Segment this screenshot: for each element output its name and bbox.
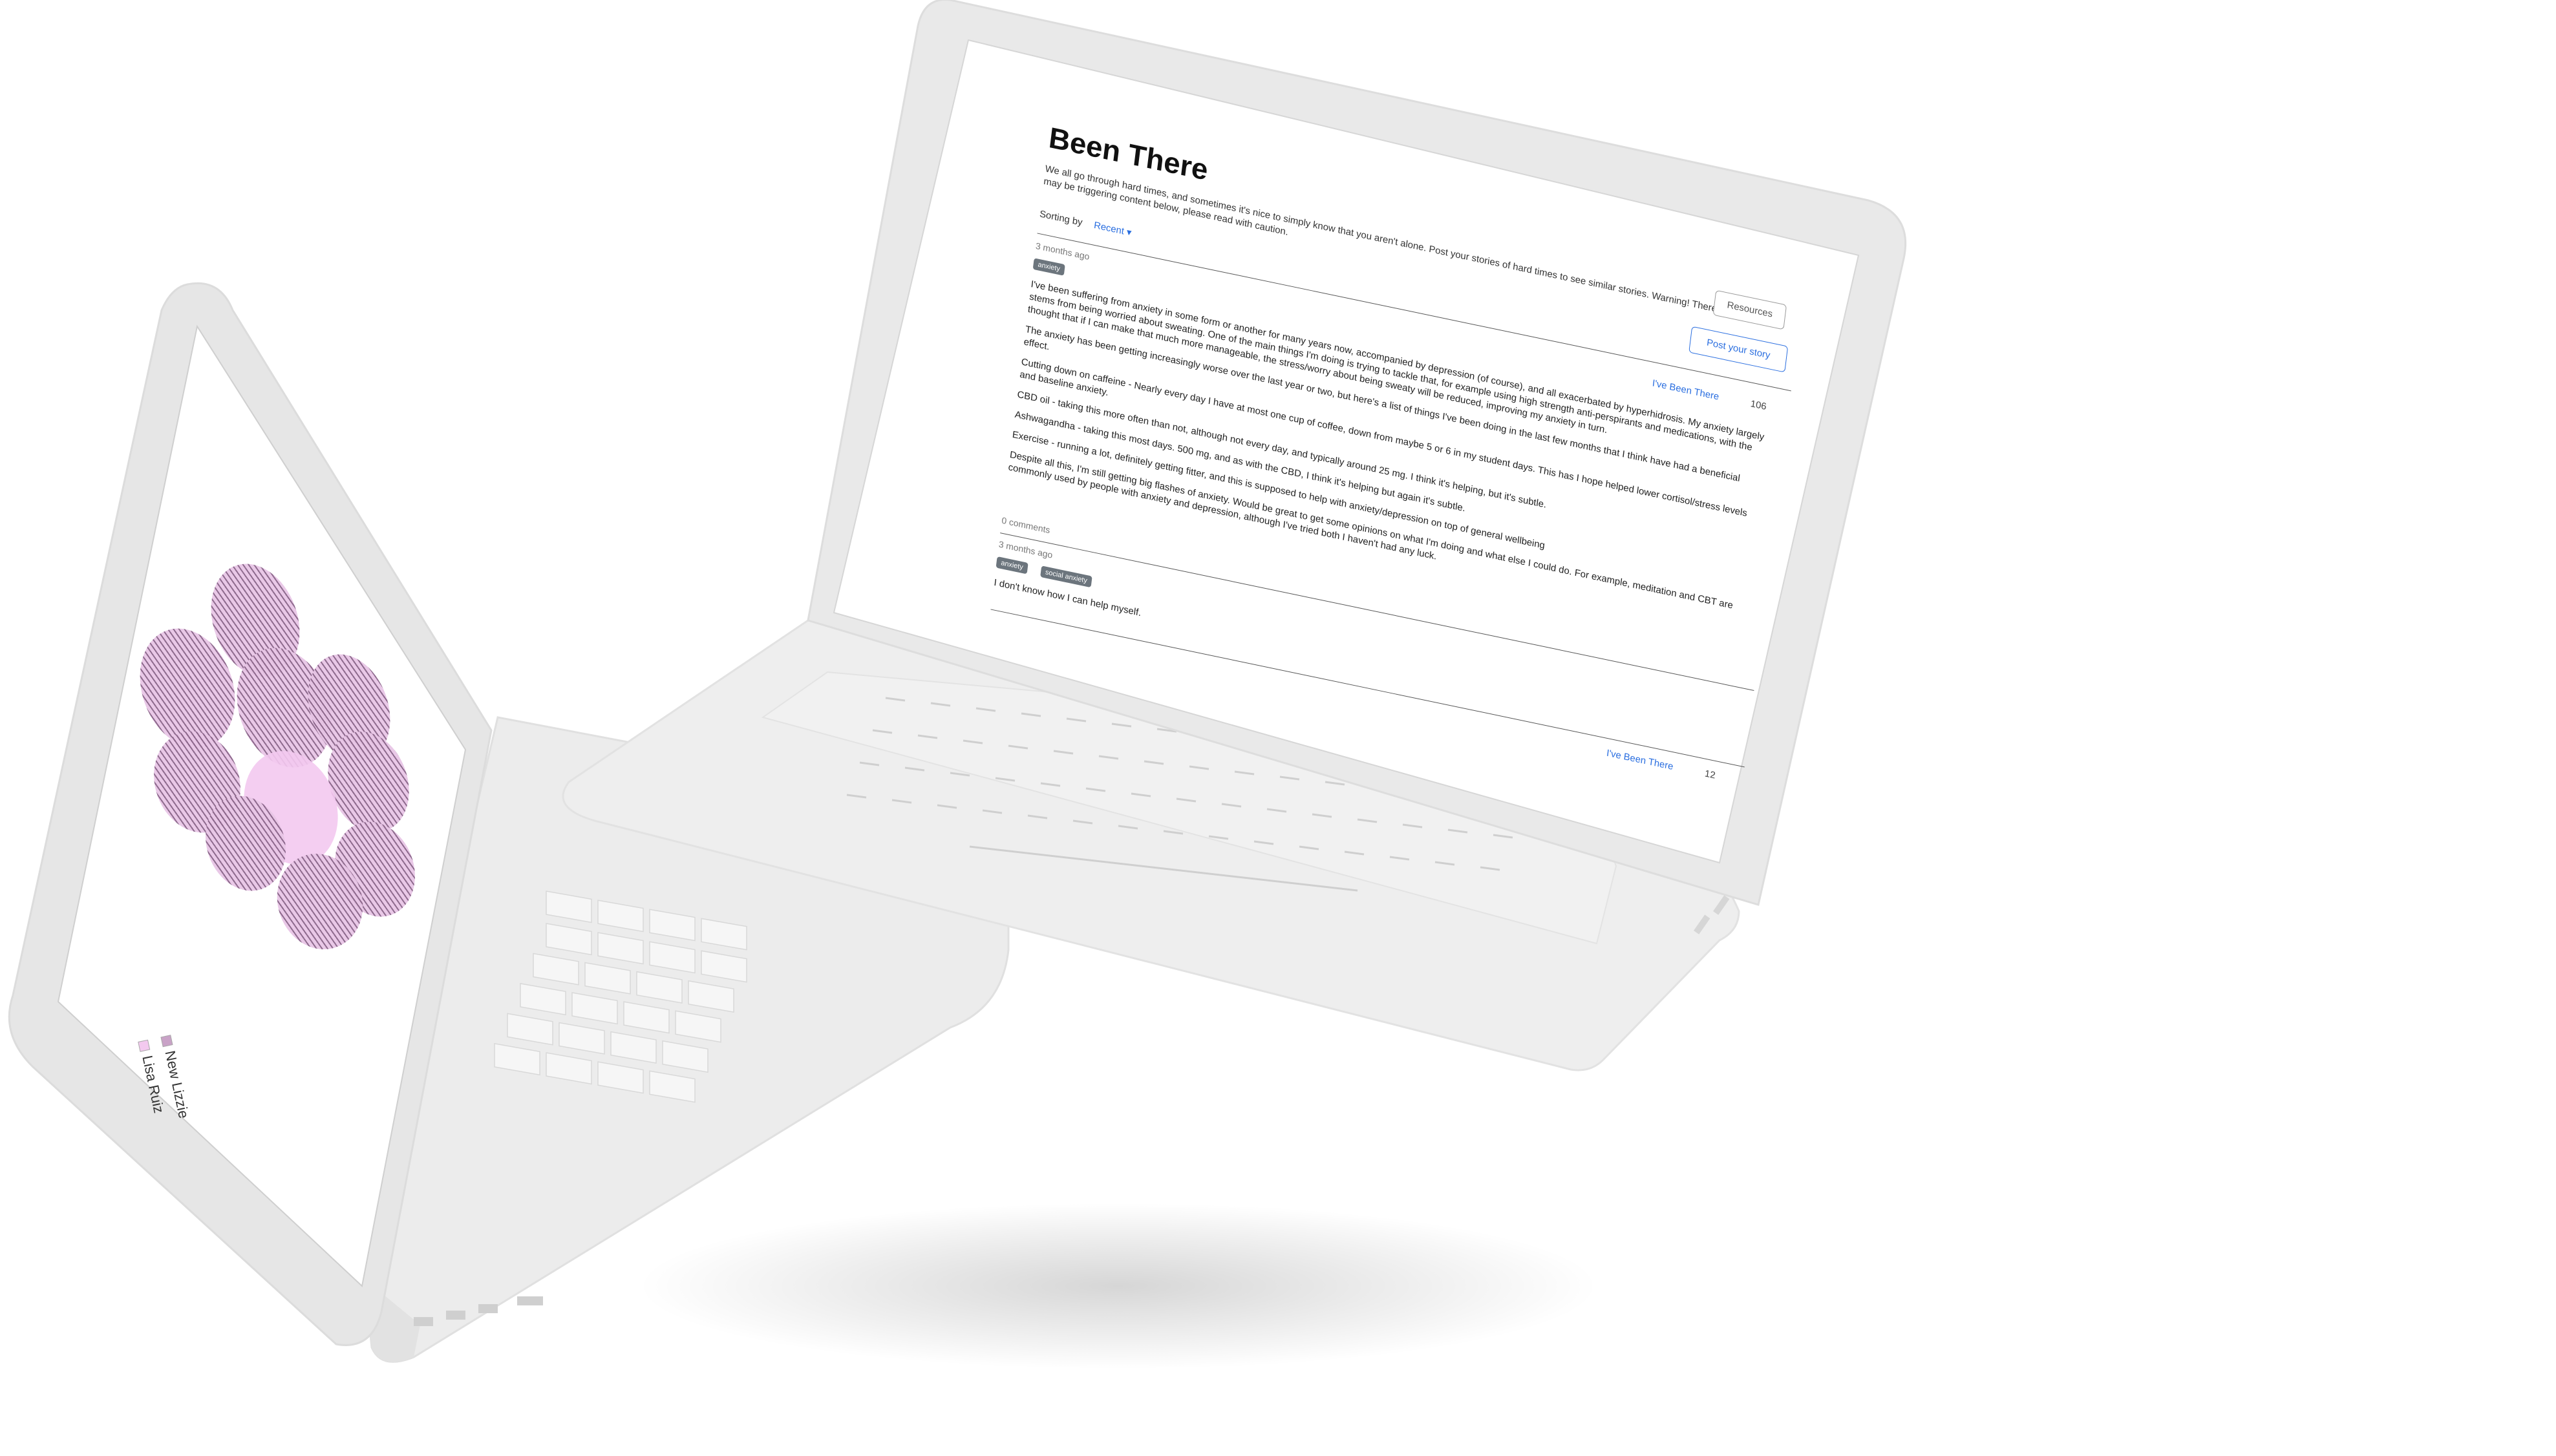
post-2-tag-anxiety[interactable]: anxiety (996, 556, 1028, 575)
post-1-time: 3 months ago (1035, 240, 1091, 262)
post-2-been-there-count: 12 (1704, 768, 1716, 781)
sorting-label: Sorting by (1039, 208, 1083, 228)
post-1-tag-anxiety[interactable]: anxiety (1032, 258, 1065, 276)
post-story-button[interactable]: Post your story (1688, 326, 1789, 373)
post-1-been-there-link[interactable]: I've Been There (1652, 378, 1720, 403)
post-1-body: I've been suffering from anxiety in some… (1006, 278, 1773, 636)
sorting-row: Sorting by Recent ▾ (1039, 208, 1132, 238)
post-2-been-there-link[interactable]: I've Been There (1606, 748, 1674, 772)
post-1-comments-link[interactable]: 0 comments (1001, 515, 1051, 535)
post-1-been-there-count: 106 (1749, 398, 1767, 412)
sorting-dropdown[interactable]: Recent ▾ (1093, 220, 1132, 238)
post-2-tag-social-anxiety[interactable]: social anxiety (1040, 565, 1092, 588)
